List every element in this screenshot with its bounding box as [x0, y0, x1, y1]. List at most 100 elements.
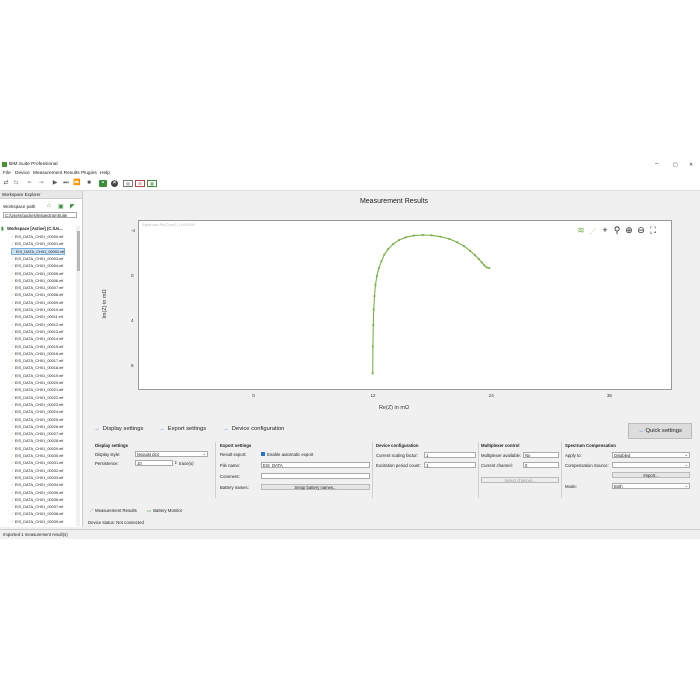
tab-display-settings[interactable]: → Display settings: [94, 426, 143, 432]
tree-item-file[interactable]: ⟋ EIS_DATA_CH01_00011.eif: [11, 313, 63, 320]
tree-item-file[interactable]: ⟋ EIS_DATA_CH01_00015.eif: [11, 343, 63, 350]
quick-settings-button[interactable]: → Quick settings: [628, 423, 692, 439]
excitation-count-input[interactable]: 1: [424, 462, 476, 468]
tree-item-file[interactable]: ⟋ EIS_DATA_CH01_00002.eif: [11, 247, 66, 255]
tree-item-file[interactable]: ⟋ EIS_DATA_CH01_00034.eif: [11, 481, 63, 488]
new-folder-icon[interactable]: ◤: [70, 203, 75, 210]
tree-item-label: EIS_DATA_CH01_00026.eif: [14, 423, 64, 429]
tab-device-configuration[interactable]: → Device configuration: [223, 426, 284, 432]
display-style-select[interactable]: Nyquist plot: [135, 451, 208, 457]
connect-icon[interactable]: ⇄: [2, 180, 10, 187]
data-point: [488, 266, 491, 270]
tree-item-file[interactable]: ⟋ EIS_DATA_CH01_00016.eif: [11, 350, 63, 357]
tree-item-file[interactable]: ⟋ EIS_DATA_CH01_00010.eif: [11, 306, 63, 313]
tree-item-file[interactable]: ⟋ EIS_DATA_CH01_00001.eif: [11, 240, 63, 247]
table-icon[interactable]: ▤: [123, 180, 133, 187]
sidebar-scroll-thumb[interactable]: [76, 231, 80, 271]
tree-item-file[interactable]: ⟋ EIS_DATA_CH01_00027.eif: [11, 430, 63, 437]
tab-measurement-results[interactable]: ⟋ Measurement Results: [90, 508, 137, 513]
tree-item-label: EIS_DATA_CH01_00011.eif: [14, 314, 64, 320]
tree-item-file[interactable]: ⟋ EIS_DATA_CH01_00022.eif: [11, 394, 63, 401]
cancel-icon[interactable]: ✕: [111, 180, 118, 187]
tree-item-file[interactable]: ⟋ EIS_DATA_CH01_00000.eif: [11, 233, 63, 240]
tree-item-file[interactable]: ⟋ EIS_DATA_CH01_00005.eif: [11, 270, 63, 277]
folder-icon[interactable]: ▣: [58, 203, 64, 210]
tree-item-file[interactable]: ⟋ EIS_DATA_CH01_00007.eif: [11, 284, 63, 291]
sidebar-scrollbar[interactable]: [76, 226, 80, 526]
tab-export-settings[interactable]: → Export settings: [159, 426, 206, 432]
tree-item-label: EIS_DATA_CH01_00036.eif: [14, 496, 64, 502]
export-icon[interactable]: ⊞: [135, 180, 145, 187]
home-icon[interactable]: ⌂: [47, 203, 51, 209]
save-icon[interactable]: ▪: [99, 180, 107, 187]
tree-item-file[interactable]: ⟋ EIS_DATA_CH01_00029.eif: [11, 445, 63, 452]
tree-item-file[interactable]: ⟋ EIS_DATA_CH01_00012.eif: [11, 321, 63, 328]
tree-item-file[interactable]: ⟋ EIS_DATA_CH01_00031.eif: [11, 459, 63, 466]
tree-item-file[interactable]: ⟋ EIS_DATA_CH01_00018.eif: [11, 364, 63, 371]
tree-item-label: EIS_DATA_CH01_00016.eif: [14, 350, 64, 356]
tree-item-file[interactable]: ⟋ EIS_DATA_CH01_00009.eif: [11, 299, 63, 306]
scaling-factor-input[interactable]: 1: [424, 452, 476, 458]
tree-item-label: EIS_DATA_CH01_00000.eif: [14, 234, 64, 239]
minimize-icon[interactable]: –: [655, 161, 658, 167]
tree-item-file[interactable]: ⟋ EIS_DATA_CH01_00017.eif: [11, 357, 63, 364]
tree-item-file[interactable]: ⟋ EIS_DATA_CH01_00025.eif: [11, 416, 63, 423]
persistence-input[interactable]: 10: [135, 460, 173, 466]
chart-plot-area[interactable]: Signal ratio Re(Z) Im(Z) 1.0000000 ≋ ⋰ + ⚲ ⊕…: [138, 220, 672, 390]
skip-icon[interactable]: ⏭: [62, 180, 70, 187]
tree-item-file[interactable]: ⟋ EIS_DATA_CH01_00008.eif: [11, 291, 63, 298]
play-icon[interactable]: ▶: [51, 180, 59, 187]
tree-item-file[interactable]: ⟋ EIS_DATA_CH01_00037.eif: [11, 503, 63, 510]
tree-item-file[interactable]: ⟋ EIS_DATA_CH01_00039.eif: [11, 518, 63, 525]
tab-battery-monitor[interactable]: ▭ Battery Monitor: [147, 508, 182, 514]
data-point: [373, 294, 376, 298]
tree-item-file[interactable]: ⟋ EIS_DATA_CH01_00019.eif: [11, 372, 63, 379]
tree-item-file[interactable]: ⟋ EIS_DATA_CH01_00038.eif: [11, 510, 63, 517]
file-name-input[interactable]: EIS_DATA: [261, 462, 370, 468]
import-button[interactable]: Import...: [612, 472, 690, 478]
step-forward-icon[interactable]: ⇥: [37, 180, 45, 187]
auto-export-checkbox[interactable]: [261, 452, 265, 456]
tree-item-file[interactable]: ⟋ EIS_DATA_CH01_00004.eif: [11, 262, 63, 269]
tree-item-label: EIS_DATA_CH01_00008.eif: [14, 292, 64, 298]
menu-help[interactable]: Help: [100, 171, 110, 176]
tree-item-file[interactable]: ⟋ EIS_DATA_CH01_00030.eif: [11, 452, 63, 459]
mode-select[interactable]: Both: [612, 483, 690, 489]
report-icon[interactable]: ▦: [147, 180, 157, 187]
tree-item-label: EIS_DATA_CH01_00018.eif: [14, 365, 64, 371]
tree-item-label: EIS_DATA_CH01_00003.eif: [14, 255, 64, 261]
compensation-source-select[interactable]: [612, 462, 690, 468]
spectrum-compensation-title: Spectrum Compensation: [565, 443, 616, 448]
tree-item-file[interactable]: ⟋ EIS_DATA_CH01_00026.eif: [11, 423, 63, 430]
select-channel-button[interactable]: Select channel...: [481, 477, 559, 483]
tree-item-file[interactable]: ⟋ EIS_DATA_CH01_00014.eif: [11, 335, 63, 342]
fast-forward-icon[interactable]: ⏩: [73, 180, 81, 187]
tree-item-file[interactable]: ⟋ EIS_DATA_CH01_00032.eif: [11, 467, 63, 474]
menu-measurement-results[interactable]: Measurement Results: [33, 171, 80, 176]
maximize-icon[interactable]: ▢: [673, 162, 678, 168]
tree-item-file[interactable]: ⟋ EIS_DATA_CH01_00021.eif: [11, 386, 63, 393]
workspace-root[interactable]: Workspace [Active] (C:/Us...: [7, 226, 63, 231]
tree-item-file[interactable]: ⟋ EIS_DATA_CH01_00006.eif: [11, 277, 63, 284]
tree-item-file[interactable]: ⟋ EIS_DATA_CH01_00028.eif: [11, 437, 63, 444]
tree-item-file[interactable]: ⟋ EIS_DATA_CH01_00035.eif: [11, 489, 63, 496]
persistence-stepper-icon[interactable]: ⇕: [174, 460, 177, 465]
menu-plugins[interactable]: Plugins: [81, 171, 97, 176]
apply-to-select[interactable]: Disabled: [612, 452, 690, 458]
menu-device[interactable]: Device: [15, 171, 30, 176]
close-icon[interactable]: ✕: [689, 162, 693, 168]
tree-item-file[interactable]: ⟋ EIS_DATA_CH01_00023.eif: [11, 401, 63, 408]
tree-item-file[interactable]: ⟋ EIS_DATA_CH01_00036.eif: [11, 496, 63, 503]
step-back-icon[interactable]: ⇤: [26, 180, 34, 187]
setup-battery-names-button[interactable]: Setup battery names...: [261, 484, 370, 490]
workspace-path-select[interactable]: C:/Users/guckes/InspectrumSuite: [3, 212, 77, 218]
comment-input[interactable]: [261, 473, 370, 479]
tree-item-file[interactable]: ⟋ EIS_DATA_CH01_00024.eif: [11, 408, 63, 415]
tree-item-file[interactable]: ⟋ EIS_DATA_CH01_00020.eif: [11, 379, 63, 386]
tree-item-file[interactable]: ⟋ EIS_DATA_CH01_00013.eif: [11, 328, 63, 335]
tree-item-file[interactable]: ⟋ EIS_DATA_CH01_00003.eif: [11, 255, 63, 262]
tree-item-file[interactable]: ⟋ EIS_DATA_CH01_00033.eif: [11, 474, 63, 481]
menu-file[interactable]: File: [3, 171, 11, 176]
disconnect-icon[interactable]: ⇆: [12, 180, 20, 187]
stop-icon[interactable]: ■: [85, 180, 93, 187]
